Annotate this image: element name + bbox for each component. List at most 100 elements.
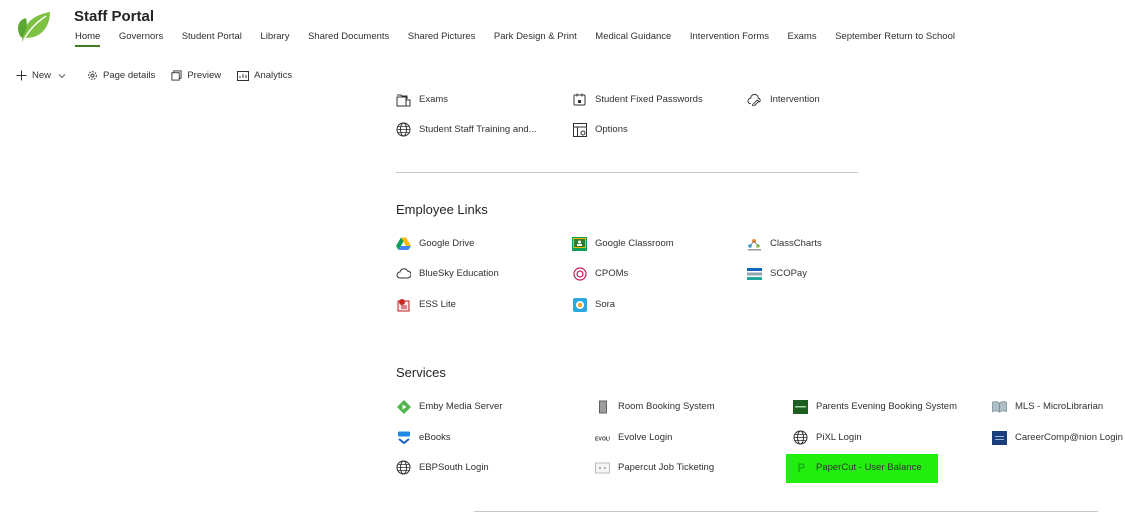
link-sora-label: Sora [595,299,616,310]
link-papercut-user-balance[interactable]: PaperCut - User Balance [793,460,922,475]
google-classroom-icon [572,236,587,251]
analytics-label: Analytics [254,70,293,81]
link-exams-label: Exams [419,94,449,105]
link-cpoms-label: CPOMs [595,268,629,279]
link-options-label: Options [595,124,628,135]
link-ebooks-label: eBooks [419,432,451,443]
google-drive-icon [396,236,411,251]
parents-evening-icon [793,399,808,414]
link-emby-media-server-label: Emby Media Server [419,401,503,412]
bottom-divider [474,511,1098,512]
link-ess-lite-label: ESS Lite [419,299,456,310]
nav-september-return[interactable]: September Return to School [835,31,955,45]
link-room-booking-system-label: Room Booking System [618,401,715,412]
link-bluesky-education[interactable]: BlueSky Education [396,266,499,281]
link-bluesky-education-label: BlueSky Education [419,268,499,279]
nav-shared-pictures[interactable]: Shared Pictures [408,31,476,45]
link-mls-microlibrarian[interactable]: MLS - MicroLibrarian [992,399,1103,414]
gear-icon [88,71,97,80]
preview-icon [171,70,182,81]
nav-intervention-forms[interactable]: Intervention Forms [690,31,769,45]
options-grid-icon [572,122,587,137]
nav-library[interactable]: Library [260,31,289,45]
link-pixl-login[interactable]: PiXL Login [793,430,862,445]
plus-icon [16,70,27,81]
calendar-icon [572,92,587,107]
employee-links-heading: Employee Links [396,202,488,217]
link-cpoms[interactable]: CPOMs [572,266,628,281]
nav-shared-documents[interactable]: Shared Documents [308,31,389,45]
link-evolve-login-label: Evolve Login [618,432,673,443]
nav-exams[interactable]: Exams [788,31,817,45]
section-divider [396,172,858,173]
link-student-fixed-passwords-label: Student Fixed Passwords [595,94,703,105]
link-room-booking-system[interactable]: Room Booking System [595,399,715,414]
cpoms-target-icon [572,266,587,281]
link-student-staff-training-label: Student Staff Training and... [419,124,537,135]
link-evolve-login[interactable]: EVOLVE Evolve Login [595,430,672,445]
link-papercut-job-ticketing[interactable]: Papercut Job Ticketing [595,460,714,475]
link-ebpsouth-login-label: EBPSouth Login [419,462,489,473]
folder-icon [396,92,411,107]
services-heading: Services [396,365,446,380]
link-classcharts-label: ClassCharts [770,238,822,249]
papercut-ticket-icon [595,460,610,475]
preview-label: Preview [187,70,222,81]
new-button[interactable]: New [16,70,71,81]
link-intervention[interactable]: Intervention [747,92,820,107]
open-book-icon [992,399,1007,414]
page-details-label: Page details [103,70,156,81]
link-google-classroom[interactable]: Google Classroom [572,236,674,251]
link-ess-lite[interactable]: ESS Lite [396,297,456,312]
link-ebooks[interactable]: eBooks [396,430,451,445]
link-papercut-job-ticketing-label: Papercut Job Ticketing [618,462,715,473]
command-bar: New Page details Preview Analytics [16,70,308,81]
link-scopay-label: SCOPay [770,268,807,279]
nav-student-portal[interactable]: Student Portal [182,31,242,45]
scopay-icon [747,266,762,281]
svg-text:EVOLVE: EVOLVE [595,436,610,442]
link-google-drive-label: Google Drive [419,238,475,249]
nav-medical-guidance[interactable]: Medical Guidance [595,31,671,45]
link-scopay[interactable]: SCOPay [747,266,807,281]
link-mls-microlibrarian-label: MLS - MicroLibrarian [1015,401,1104,412]
globe-icon [396,460,411,475]
link-papercut-user-balance-label: PaperCut - User Balance [816,462,922,473]
link-careercompanion-login[interactable]: CareerComp@nion Login [992,430,1123,445]
page-details-button[interactable]: Page details [87,70,155,81]
link-google-classroom-label: Google Classroom [595,238,674,249]
careercompanion-icon [992,430,1007,445]
chevron-down-icon [58,73,66,78]
globe-icon [793,430,808,445]
link-parents-evening-booking-label: Parents Evening Booking System [816,401,957,412]
emby-icon [396,399,411,414]
link-parents-evening-booking[interactable]: Parents Evening Booking System [793,399,957,414]
link-student-staff-training[interactable]: Student Staff Training and... [396,122,537,137]
link-intervention-label: Intervention [770,94,820,105]
evolve-logo-icon: EVOLVE [595,430,610,445]
room-booking-door-icon [595,399,610,414]
link-pixl-login-label: PiXL Login [816,432,862,443]
nav-governors[interactable]: Governors [119,31,163,45]
cloud-icon [396,266,411,281]
link-classcharts[interactable]: ClassCharts [747,236,822,251]
cloud-edit-icon [747,92,762,107]
link-google-drive[interactable]: Google Drive [396,236,474,251]
ess-lite-icon [396,297,411,312]
link-options[interactable]: Options [572,122,628,137]
nav-home[interactable]: Home [75,31,101,47]
nav-park-design-print[interactable]: Park Design & Print [494,31,577,45]
site-title[interactable]: Staff Portal [74,8,154,25]
link-emby-media-server[interactable]: Emby Media Server [396,399,502,414]
link-ebpsouth-login[interactable]: EBPSouth Login [396,460,489,475]
link-exams[interactable]: Exams [396,92,448,107]
new-label: New [32,70,52,81]
ebooks-icon [396,430,411,445]
link-sora[interactable]: Sora [572,297,615,312]
link-student-fixed-passwords[interactable]: Student Fixed Passwords [572,92,703,107]
globe-icon [396,122,411,137]
analytics-button[interactable]: Analytics [237,70,292,81]
sora-icon [572,297,587,312]
preview-button[interactable]: Preview [171,70,221,81]
site-logo-leaf-icon[interactable] [14,8,54,46]
